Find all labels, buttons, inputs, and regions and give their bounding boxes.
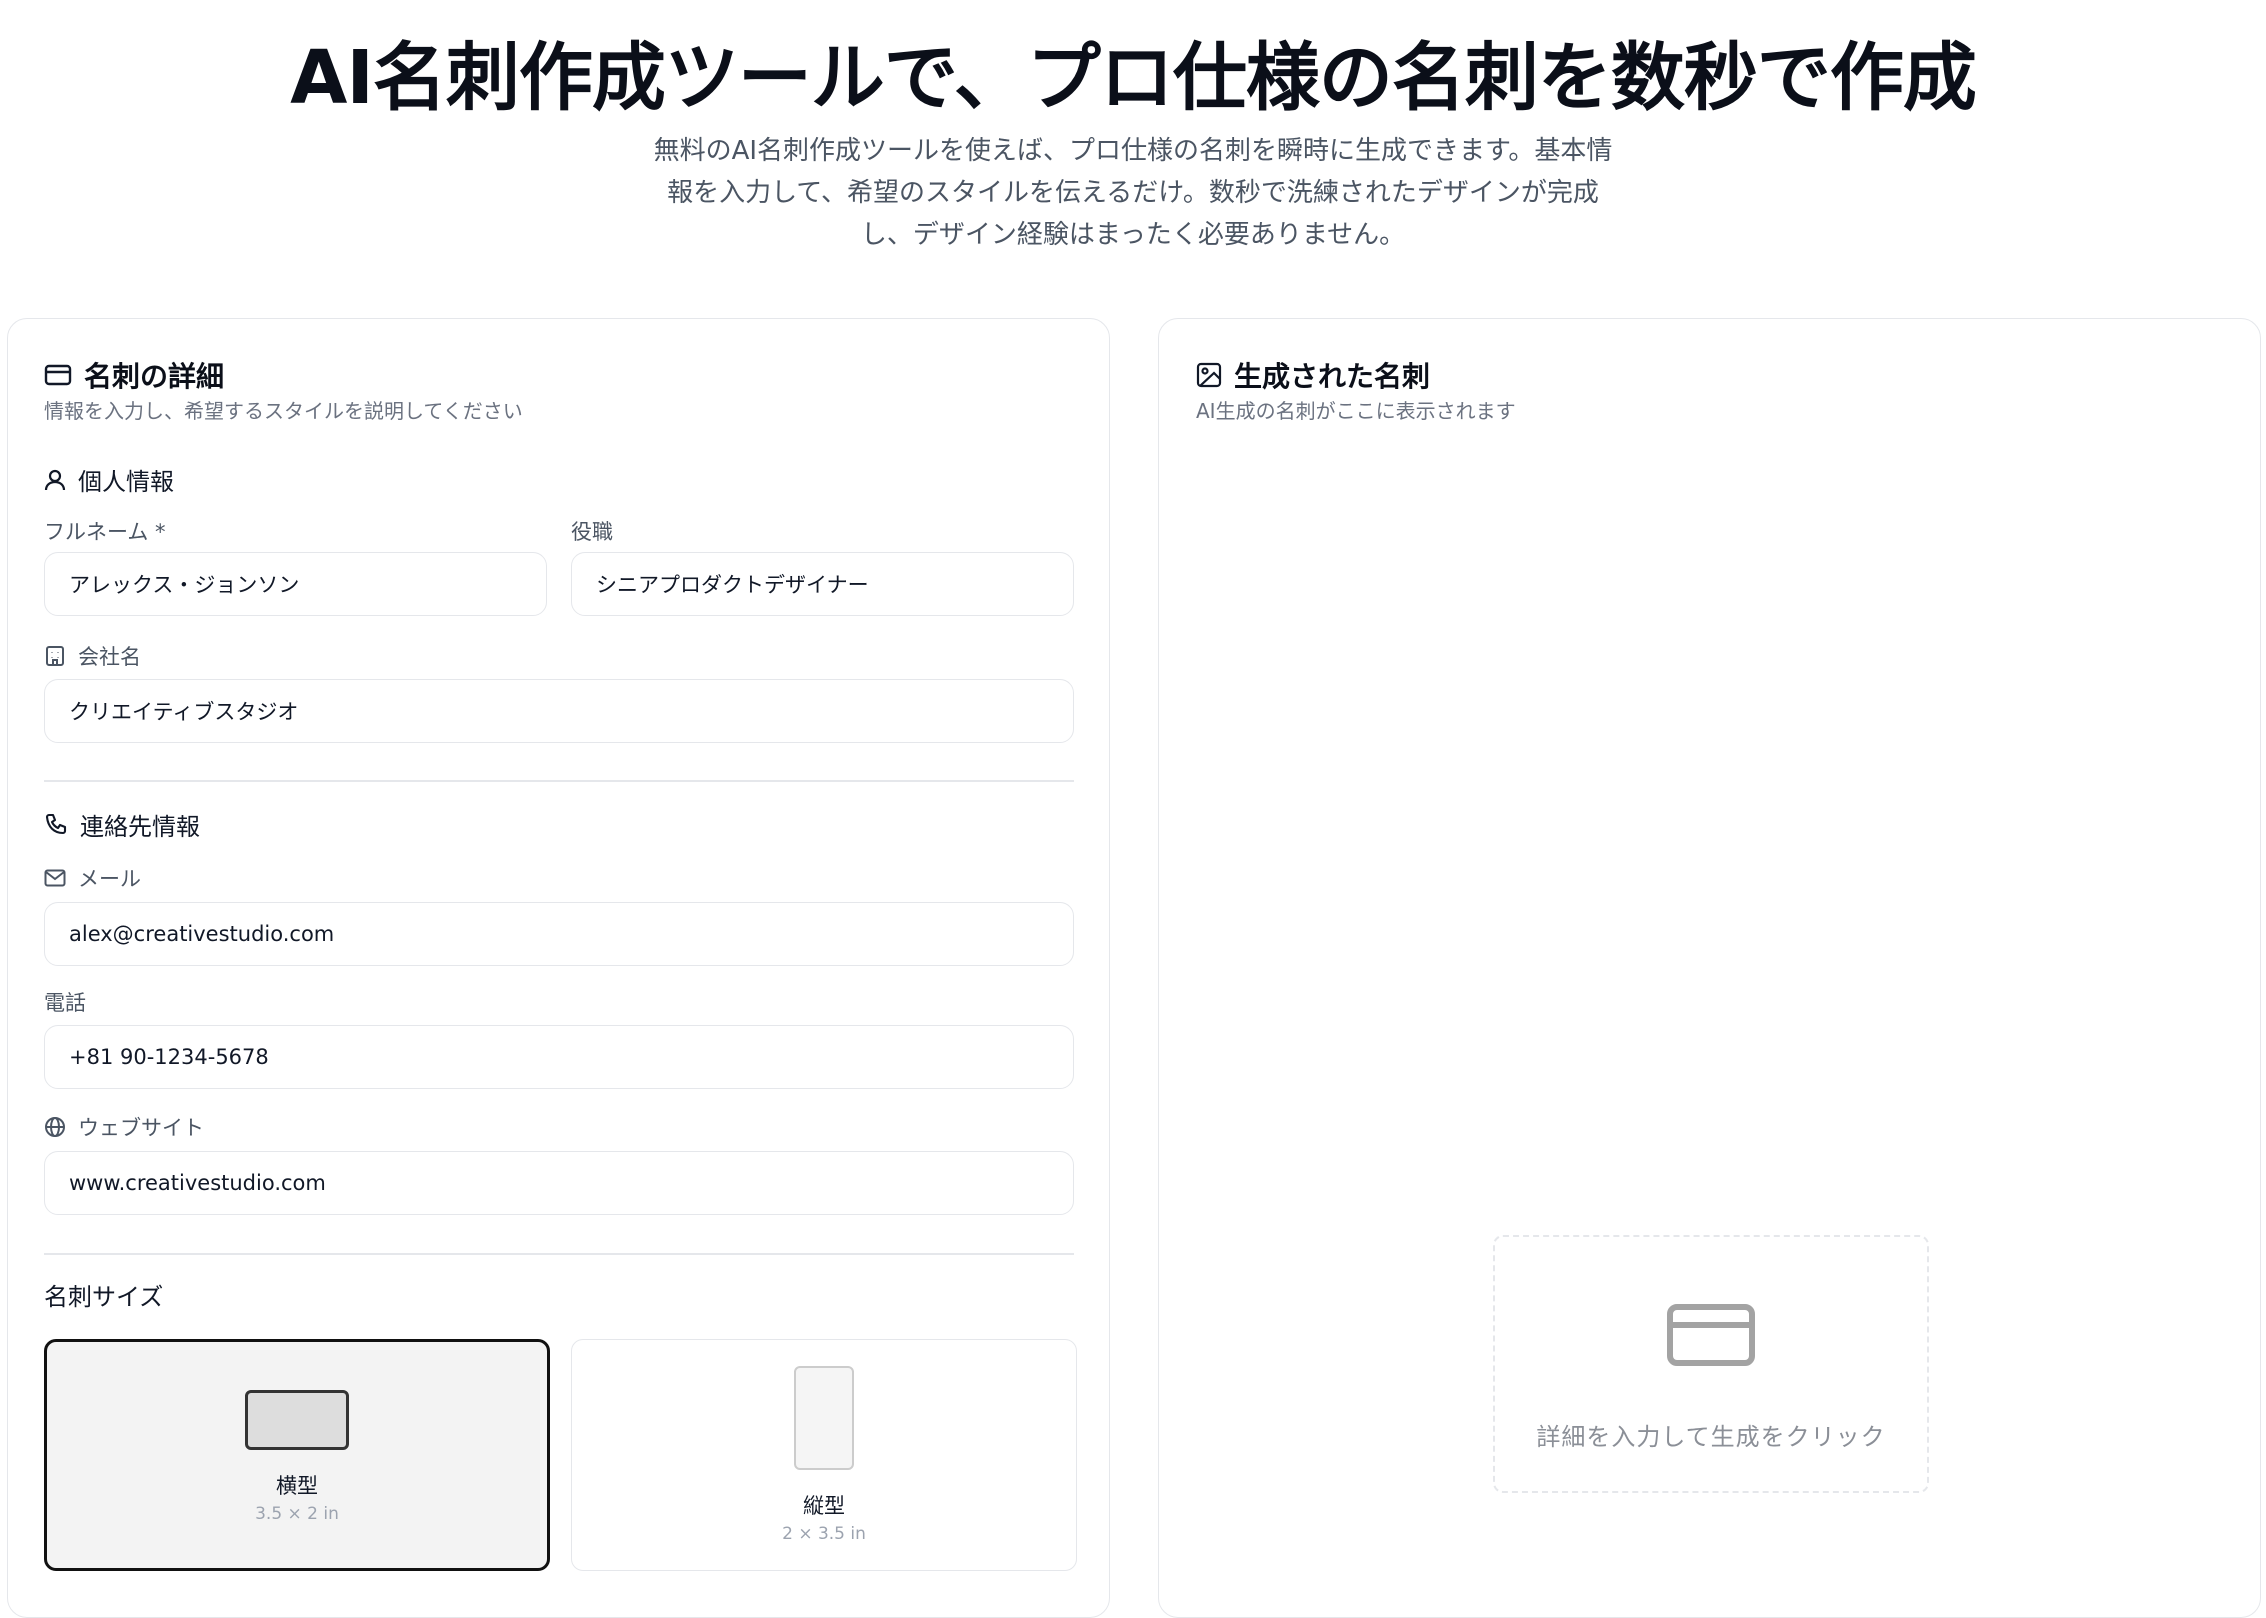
card-details-header: 名刺の詳細 [44,355,224,395]
card-details-description: 情報を入力し、希望するスタイルを説明してください [44,399,523,423]
landscape-card-shape-icon [245,1390,349,1450]
website-input[interactable]: www.creativestudio.com [44,1151,1074,1215]
personal-info-heading: 個人情報 [44,462,174,497]
contact-info-heading-label: 連絡先情報 [80,813,200,841]
company-label: 会社名 [44,641,141,671]
contact-info-heading: 連絡先情報 [44,807,200,842]
email-label: メール [44,863,141,893]
generated-card-header: 生成された名刺 [1196,355,1430,395]
card-size-heading: 名刺サイズ [44,1283,164,1311]
phone-icon [44,813,68,837]
website-label: ウェブサイト [44,1112,204,1142]
card-details-panel: 名刺の詳細 情報を入力し、希望するスタイルを説明してください 個人情報 フルネー… [7,318,1110,1618]
company-label-text: 会社名 [78,645,141,669]
hero-subtitle: 無料のAI名刺作成ツールを使えば、プロ仕様の名刺を瞬時に生成できます。基本情 報… [625,130,1641,256]
size-option-name: 横型 [276,1474,318,1498]
size-option-portrait[interactable]: 縦型 2 × 3.5 in [571,1339,1077,1571]
globe-icon [44,1116,66,1138]
portrait-card-shape-icon [794,1366,854,1470]
email-label-text: メール [78,867,141,891]
building-icon [44,645,66,667]
full-name-input[interactable]: アレックス・ジョンソン [44,552,547,616]
website-label-text: ウェブサイト [78,1116,204,1140]
hero-subtitle-line: 報を入力して、希望のスタイルを伝えるだけ。数秒で洗練されたデザインが完成 [667,178,1599,208]
credit-card-icon [44,363,72,387]
section-divider [44,1253,1074,1255]
phone-label: 電話 [44,991,86,1015]
generated-card-description: AI生成の名刺がここに表示されます [1196,399,1516,423]
generated-card-placeholder: 詳細を入力して生成をクリック [1493,1235,1929,1493]
mail-icon [44,869,66,887]
email-input[interactable]: alex@creativestudio.com [44,902,1074,966]
size-option-name: 縦型 [803,1494,845,1518]
hero-subtitle-line: し、デザイン経験はまったく必要ありません。 [860,220,1406,250]
user-icon [44,468,66,492]
personal-info-heading-label: 個人情報 [78,468,174,496]
size-option-dims: 2 × 3.5 in [782,1524,866,1544]
generated-card-panel: 生成された名刺 AI生成の名刺がここに表示されます 詳細を入力して生成をクリック [1158,318,2261,1618]
image-icon [1196,362,1222,388]
hero-subtitle-line: 無料のAI名刺作成ツールを使えば、プロ仕様の名刺を瞬時に生成できます。基本情 [653,136,1613,166]
full-name-label: フルネーム * [44,520,166,544]
phone-input[interactable]: +81 90-1234-5678 [44,1025,1074,1089]
company-input[interactable]: クリエイティブスタジオ [44,679,1074,743]
generated-card-title: 生成された名刺 [1234,360,1431,393]
credit-card-icon [1666,1303,1756,1371]
hero-title: AI名刺作成ツールで、プロ仕様の名刺を数秒で作成 [290,35,1977,121]
placeholder-text: 詳細を入力して生成をクリック [1536,1423,1886,1451]
card-details-title: 名刺の詳細 [84,360,225,393]
size-option-dims: 3.5 × 2 in [255,1504,339,1524]
size-option-landscape[interactable]: 横型 3.5 × 2 in [44,1339,550,1571]
job-title-input[interactable]: シニアプロダクトデザイナー [571,552,1074,616]
job-title-label: 役職 [571,520,613,544]
section-divider [44,780,1074,782]
